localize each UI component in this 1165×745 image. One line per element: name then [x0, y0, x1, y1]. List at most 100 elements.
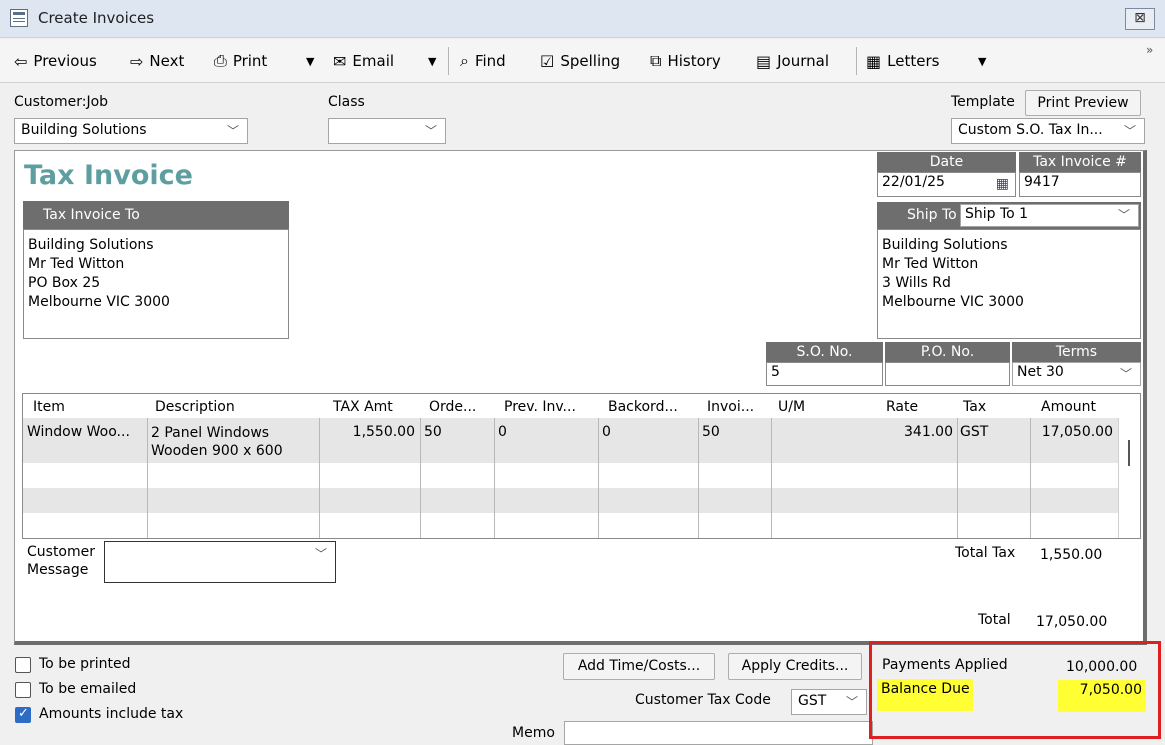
column-header-tax-amt[interactable]: TAX Amt — [333, 399, 393, 415]
cell-tax-amt[interactable]: 1,550.00 — [323, 424, 415, 440]
to-be-printed-checkbox[interactable] — [15, 657, 31, 673]
po-number-field[interactable] — [885, 362, 1010, 386]
customer-job-select[interactable]: Building Solutions ﹀ — [14, 118, 248, 144]
table-row-empty[interactable] — [23, 463, 1118, 488]
chevron-down-icon: ﹀ — [1119, 367, 1132, 381]
class-select[interactable]: ﹀ — [328, 118, 446, 144]
bill-to-address[interactable]: Building Solutions Mr Ted Witton PO Box … — [23, 229, 289, 339]
column-header-rate[interactable]: Rate — [886, 399, 918, 415]
so-number-header: S.O. No. — [766, 342, 883, 362]
total-tax-label: Total Tax — [955, 545, 1016, 561]
print-preview-button[interactable]: Print Preview — [1025, 90, 1141, 116]
find-label: Find — [474, 52, 506, 70]
payments-applied-value: 10,000.00 — [1066, 659, 1138, 675]
column-header-tax[interactable]: Tax — [963, 399, 986, 415]
cell-item[interactable]: Window Woo... — [27, 424, 130, 440]
amounts-include-tax-checkbox[interactable] — [15, 706, 31, 723]
cell-invoiced[interactable]: 50 — [702, 424, 720, 440]
journal-icon: ▤ — [756, 51, 772, 71]
window-title: Create Invoices — [38, 9, 155, 27]
letters-dropdown-button[interactable]: ▼ — [978, 49, 986, 73]
column-divider — [319, 418, 320, 538]
apply-credits-button[interactable]: Apply Credits... — [728, 653, 862, 680]
column-divider — [698, 418, 699, 538]
toolbar-overflow-button[interactable]: » — [1146, 43, 1153, 57]
spelling-button[interactable]: ☑ Spelling — [540, 49, 620, 73]
invoice-number-field[interactable]: 9417 — [1019, 172, 1141, 197]
cell-backordered[interactable]: 0 — [602, 424, 611, 440]
journal-label: Journal — [777, 52, 830, 70]
next-button[interactable]: ⇨ Next — [130, 49, 184, 73]
column-divider — [598, 418, 599, 538]
table-row-empty[interactable] — [23, 513, 1118, 538]
cell-ordered[interactable]: 50 — [424, 424, 442, 440]
chevron-down-icon: ﹀ — [1117, 208, 1130, 222]
po-number-header: P.O. No. — [885, 342, 1010, 362]
so-number-field[interactable]: 5 — [766, 362, 883, 386]
column-divider — [494, 418, 495, 538]
toolbar-divider — [856, 47, 857, 75]
total-tax-value: 1,550.00 — [1040, 547, 1103, 563]
total-label: Total — [978, 612, 1011, 628]
find-icon: ⌕ — [460, 51, 469, 70]
date-header: Date — [877, 152, 1016, 172]
terms-value: Net 30 — [1017, 364, 1064, 380]
date-value: 22/01/25 — [882, 174, 945, 190]
email-button[interactable]: ✉ Email — [333, 49, 394, 73]
customer-job-label: Customer:Job — [14, 94, 109, 110]
ship-to-label: Ship To — [907, 207, 957, 223]
cell-tax[interactable]: GST — [960, 424, 988, 440]
cell-description[interactable]: 2 Panel Windows Wooden 900 x 600 — [151, 424, 283, 460]
table-row-empty[interactable] — [23, 488, 1118, 513]
printer-icon: ⎙ — [214, 51, 227, 70]
previous-button[interactable]: ⇦ Previous — [14, 49, 97, 73]
cell-rate[interactable]: 341.00 — [863, 424, 953, 440]
calendar-icon[interactable]: ▦ — [996, 176, 1009, 192]
email-label: Email — [352, 52, 395, 70]
print-button[interactable]: ⎙ Print — [214, 49, 267, 73]
balance-due-label: Balance Due — [877, 679, 973, 711]
title-bar: Create Invoices ⊠ — [0, 0, 1165, 38]
amounts-include-tax-label[interactable]: Amounts include tax — [39, 706, 183, 722]
letters-icon: ▦ — [866, 51, 882, 71]
column-header-amount[interactable]: Amount — [1041, 399, 1096, 415]
column-header-ordered[interactable]: Orde... — [429, 399, 476, 415]
customer-tax-code-select[interactable]: GST ﹀ — [791, 689, 867, 715]
previous-icon: ⇦ — [14, 51, 28, 71]
memo-input[interactable] — [564, 721, 873, 745]
toolbar: ⇦ Previous ⇨ Next ⎙ Print ▼ ✉ Email ▼ ⌕ … — [0, 39, 1165, 83]
grid-scrollbar-thumb[interactable] — [1128, 440, 1130, 466]
customer-message-select[interactable]: ﹀ — [104, 541, 336, 583]
column-header-invoiced[interactable]: Invoi... — [707, 399, 754, 415]
find-button[interactable]: ⌕ Find — [460, 49, 506, 73]
history-button[interactable]: ⧉ History — [650, 49, 721, 73]
email-dropdown-button[interactable]: ▼ — [428, 49, 436, 73]
cell-amount[interactable]: 17,050.00 — [1033, 424, 1113, 440]
customer-message-label: Customer Message — [27, 544, 96, 578]
letters-button[interactable]: ▦ Letters — [866, 49, 939, 73]
terms-select[interactable]: Net 30 ﹀ — [1012, 362, 1141, 386]
journal-button[interactable]: ▤ Journal — [756, 49, 829, 73]
column-header-item[interactable]: Item — [33, 399, 65, 415]
column-header-prev-invoiced[interactable]: Prev. Inv... — [504, 399, 576, 415]
ship-to-select[interactable]: Ship To 1 ﹀ — [960, 204, 1139, 227]
date-field[interactable]: 22/01/25 ▦ — [877, 172, 1016, 197]
ship-to-address[interactable]: Building Solutions Mr Ted Witton 3 Wills… — [877, 229, 1141, 339]
to-be-emailed-checkbox[interactable] — [15, 682, 31, 698]
add-time-costs-button[interactable]: Add Time/Costs... — [563, 653, 715, 680]
to-be-printed-label[interactable]: To be printed — [39, 656, 131, 672]
next-icon: ⇨ — [130, 51, 144, 71]
template-select[interactable]: Custom S.O. Tax In... ﹀ — [951, 118, 1145, 144]
spelling-label: Spelling — [560, 52, 621, 70]
invoice-heading: Tax Invoice — [24, 160, 193, 191]
column-header-um[interactable]: U/M — [778, 399, 805, 415]
memo-label: Memo — [512, 725, 555, 741]
template-label: Template — [951, 94, 1015, 110]
to-be-emailed-label[interactable]: To be emailed — [39, 681, 136, 697]
close-button[interactable]: ⊠ — [1125, 8, 1155, 30]
print-dropdown-button[interactable]: ▼ — [306, 49, 314, 73]
toolbar-divider — [448, 47, 449, 75]
cell-prev-invoiced[interactable]: 0 — [498, 424, 507, 440]
column-header-description[interactable]: Description — [155, 399, 235, 415]
column-header-backordered[interactable]: Backord... — [608, 399, 678, 415]
